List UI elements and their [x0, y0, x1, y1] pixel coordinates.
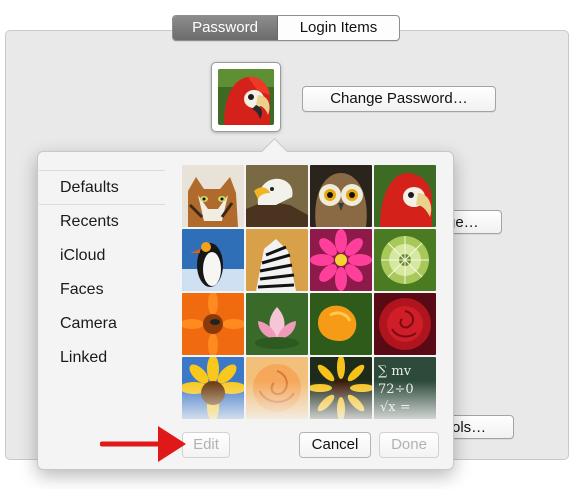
daisy-picture[interactable]: [310, 357, 372, 419]
owl-picture[interactable]: [310, 165, 372, 227]
default-pictures-grid: ∑ mv 72÷0 √x =: [182, 165, 438, 421]
sunflower-picture[interactable]: [182, 357, 244, 419]
sidebar-item-icloud[interactable]: iCloud: [39, 239, 165, 273]
cancel-button[interactable]: Cancel: [299, 432, 371, 458]
sidebar-item-camera[interactable]: Camera: [39, 307, 165, 341]
rose-picture[interactable]: [374, 293, 436, 355]
parrot-avatar-image: [218, 69, 274, 125]
user-picture-button[interactable]: [211, 62, 281, 132]
sidebar-item-linked[interactable]: Linked: [39, 341, 165, 375]
tab-control: Password Login Items: [172, 15, 400, 41]
eagle-picture[interactable]: [246, 165, 308, 227]
lotus-picture[interactable]: [246, 293, 308, 355]
red-arrow-annotation: [100, 426, 186, 462]
dandelion-picture[interactable]: [374, 229, 436, 291]
chalkboard-picture[interactable]: ∑ mv 72÷0 √x =: [374, 357, 436, 419]
pink-flower-picture[interactable]: [310, 229, 372, 291]
tab-password[interactable]: Password: [173, 16, 278, 40]
yellow-rose-picture[interactable]: [246, 357, 308, 419]
parrot-picture[interactable]: [374, 165, 436, 227]
orange-gerbera-picture[interactable]: [182, 293, 244, 355]
sidebar-item-recents[interactable]: Recents: [39, 205, 165, 239]
sidebar-item-faces[interactable]: Faces: [39, 273, 165, 307]
picture-source-list: Defaults Recents iCloud Faces Camera Lin…: [39, 170, 165, 375]
tab-login-items[interactable]: Login Items: [278, 16, 399, 40]
poppy-picture[interactable]: [310, 293, 372, 355]
svg-text:√x =: √x =: [380, 400, 411, 415]
change-password-button[interactable]: Change Password…: [302, 86, 496, 112]
done-button[interactable]: Done: [379, 432, 439, 458]
zebra-picture[interactable]: [246, 229, 308, 291]
sidebar-item-defaults[interactable]: Defaults: [39, 170, 165, 205]
svg-text:∑ mv: ∑ mv: [378, 364, 412, 379]
penguin-picture[interactable]: [182, 229, 244, 291]
svg-text:72÷0: 72÷0: [378, 382, 414, 397]
cat-picture[interactable]: [182, 165, 244, 227]
